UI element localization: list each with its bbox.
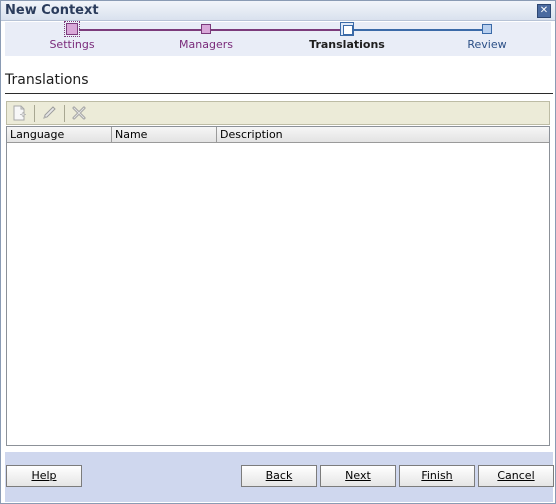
finish-button[interactable]: Finish: [399, 465, 475, 487]
train-step-label: Translations: [309, 38, 385, 51]
wizard-train: Settings Managers Translations Review: [5, 21, 551, 56]
train-step-label: Review: [467, 38, 507, 51]
train-step-translations: Translations: [292, 22, 402, 56]
cancel-button[interactable]: Cancel: [478, 465, 554, 487]
next-button[interactable]: Next: [320, 465, 396, 487]
wizard-button-bar: Help Back Next Finish Cancel: [5, 452, 554, 502]
table-header: Language Name Description: [7, 127, 549, 143]
section-title: Translations: [5, 72, 89, 88]
back-button[interactable]: Back: [241, 465, 317, 487]
train-step-managers[interactable]: Managers: [151, 22, 261, 56]
delete-x-icon: [72, 106, 86, 120]
table-toolbar: [6, 101, 550, 125]
pencil-icon: [43, 106, 56, 119]
train-step-review[interactable]: Review: [432, 22, 542, 56]
column-header-description[interactable]: Description: [217, 127, 549, 143]
train-step-label: Settings: [49, 38, 95, 51]
close-icon: ✕: [539, 5, 549, 16]
new-document-icon: [13, 105, 27, 121]
translations-table: Language Name Description: [6, 126, 550, 446]
toolbar-separator: [64, 105, 65, 122]
new-context-dialog: New Context ✕ Settings Managers Translat…: [0, 0, 556, 504]
delete-row-button[interactable]: [68, 103, 90, 123]
step-marker-icon: [64, 21, 80, 37]
step-marker-icon: [340, 22, 354, 36]
step-marker-icon: [482, 24, 492, 34]
dialog-title: New Context: [5, 3, 99, 18]
title-bar: New Context ✕: [1, 1, 555, 21]
help-button[interactable]: Help: [6, 465, 82, 487]
train-step-settings[interactable]: Settings: [17, 21, 127, 56]
edit-row-button[interactable]: [38, 103, 60, 123]
toolbar-separator: [34, 105, 35, 122]
close-button[interactable]: ✕: [537, 4, 551, 18]
column-header-name[interactable]: Name: [112, 127, 217, 143]
step-marker-icon: [201, 24, 211, 34]
section-divider: [5, 93, 553, 94]
train-step-label: Managers: [179, 38, 233, 51]
new-row-button[interactable]: [8, 103, 30, 123]
column-header-language[interactable]: Language: [7, 127, 112, 143]
